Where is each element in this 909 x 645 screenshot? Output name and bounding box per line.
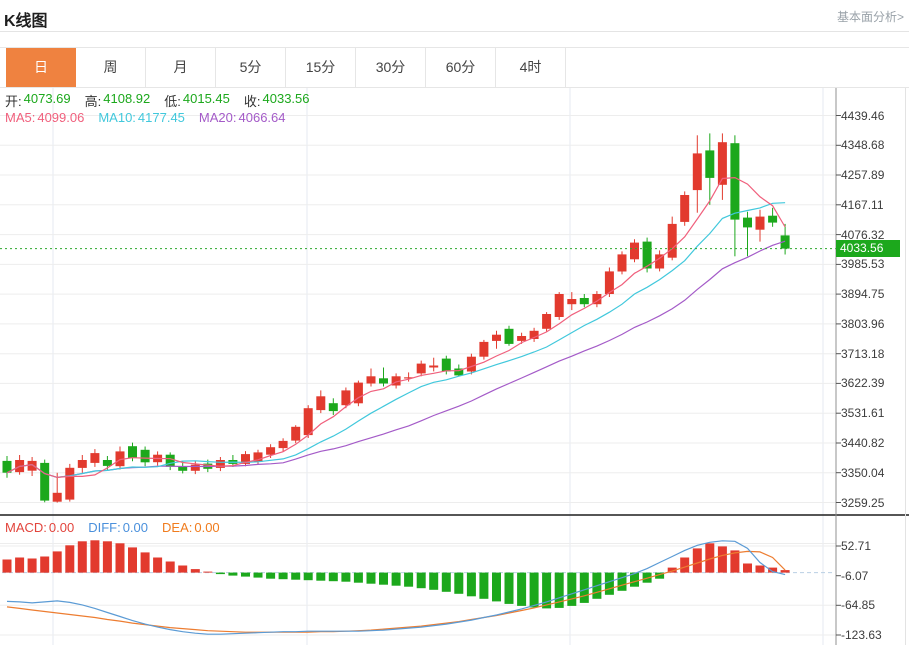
readout-value: 4073.69 [23,91,71,106]
macd-readout: MACD: 0.00 DIFF: 0.00 DEA: 0.00 [5,520,234,535]
readout-value: 4099.06 [37,110,85,125]
readout-label: 低: [164,94,181,109]
readout-label: 高: [84,94,102,109]
price-axis-tick-label: 4439.46 [841,108,885,123]
macd-axis-tick-label: 52.71 [841,539,872,553]
price-axis-tick-label: 3713.18 [841,346,885,361]
readout-value: 4177.45 [137,110,185,125]
readout-label: DIFF: [88,520,121,535]
readout-label: MA20: [198,110,237,125]
readout-value: 4108.92 [103,91,151,106]
readout-value: 0.00 [194,520,220,535]
macd-axis-tick-label: -6.07 [841,568,869,583]
ohlc-readout: 开: 4073.69 高: 4108.92 低: 4015.45 收: 4033.56 [5,91,324,110]
macd-axis-tick-label: -64.85 [841,598,876,613]
readout-value: 4033.56 [262,91,310,106]
panel-right-edge [905,88,906,645]
readout-label: MA10: [98,110,136,125]
readout-label: MACD: [5,520,47,535]
price-axis-tick-label: 3622.39 [841,376,885,391]
readout-label: MA5: [5,110,36,125]
price-axis-tick-label: 4348.68 [841,138,885,153]
kline-chart-panel: K线图 基本面分析> 日周月 5分 15分 30分 60分 4时 开: 4073.69 高: 4… [0,0,909,645]
price-axis-tick-label: 3259.25 [841,495,885,510]
price-axis-tick-label: 3440.82 [841,435,885,450]
price-axis-tick-label: 3894.75 [841,287,885,302]
current-price-badge: 4033.56 [836,240,900,257]
readout-label: 收: [243,94,261,109]
price-axis-tick-label: 3350.04 [841,465,885,480]
readout-value: 4066.64 [238,110,286,125]
readout-value: 4015.45 [182,91,230,106]
ma-readout: MA5: 4099.06 MA10: 4177.45 MA20: 4066.64 [5,110,300,125]
macd-axis-tick-label: -123.63 [841,628,882,642]
price-axis-tick-label: 3531.61 [841,406,885,421]
readout-value: 0.00 [48,520,75,535]
readout-label: 开: [5,94,22,109]
price-axis-tick-label: 3803.96 [841,316,885,331]
price-axis-tick-label: 4257.89 [841,168,885,183]
readout-value: 0.00 [122,520,149,535]
price-axis-tick-label: 4167.11 [841,197,884,212]
readout-label: DEA: [162,520,193,535]
price-axis-tick-label: 3985.53 [841,257,885,272]
